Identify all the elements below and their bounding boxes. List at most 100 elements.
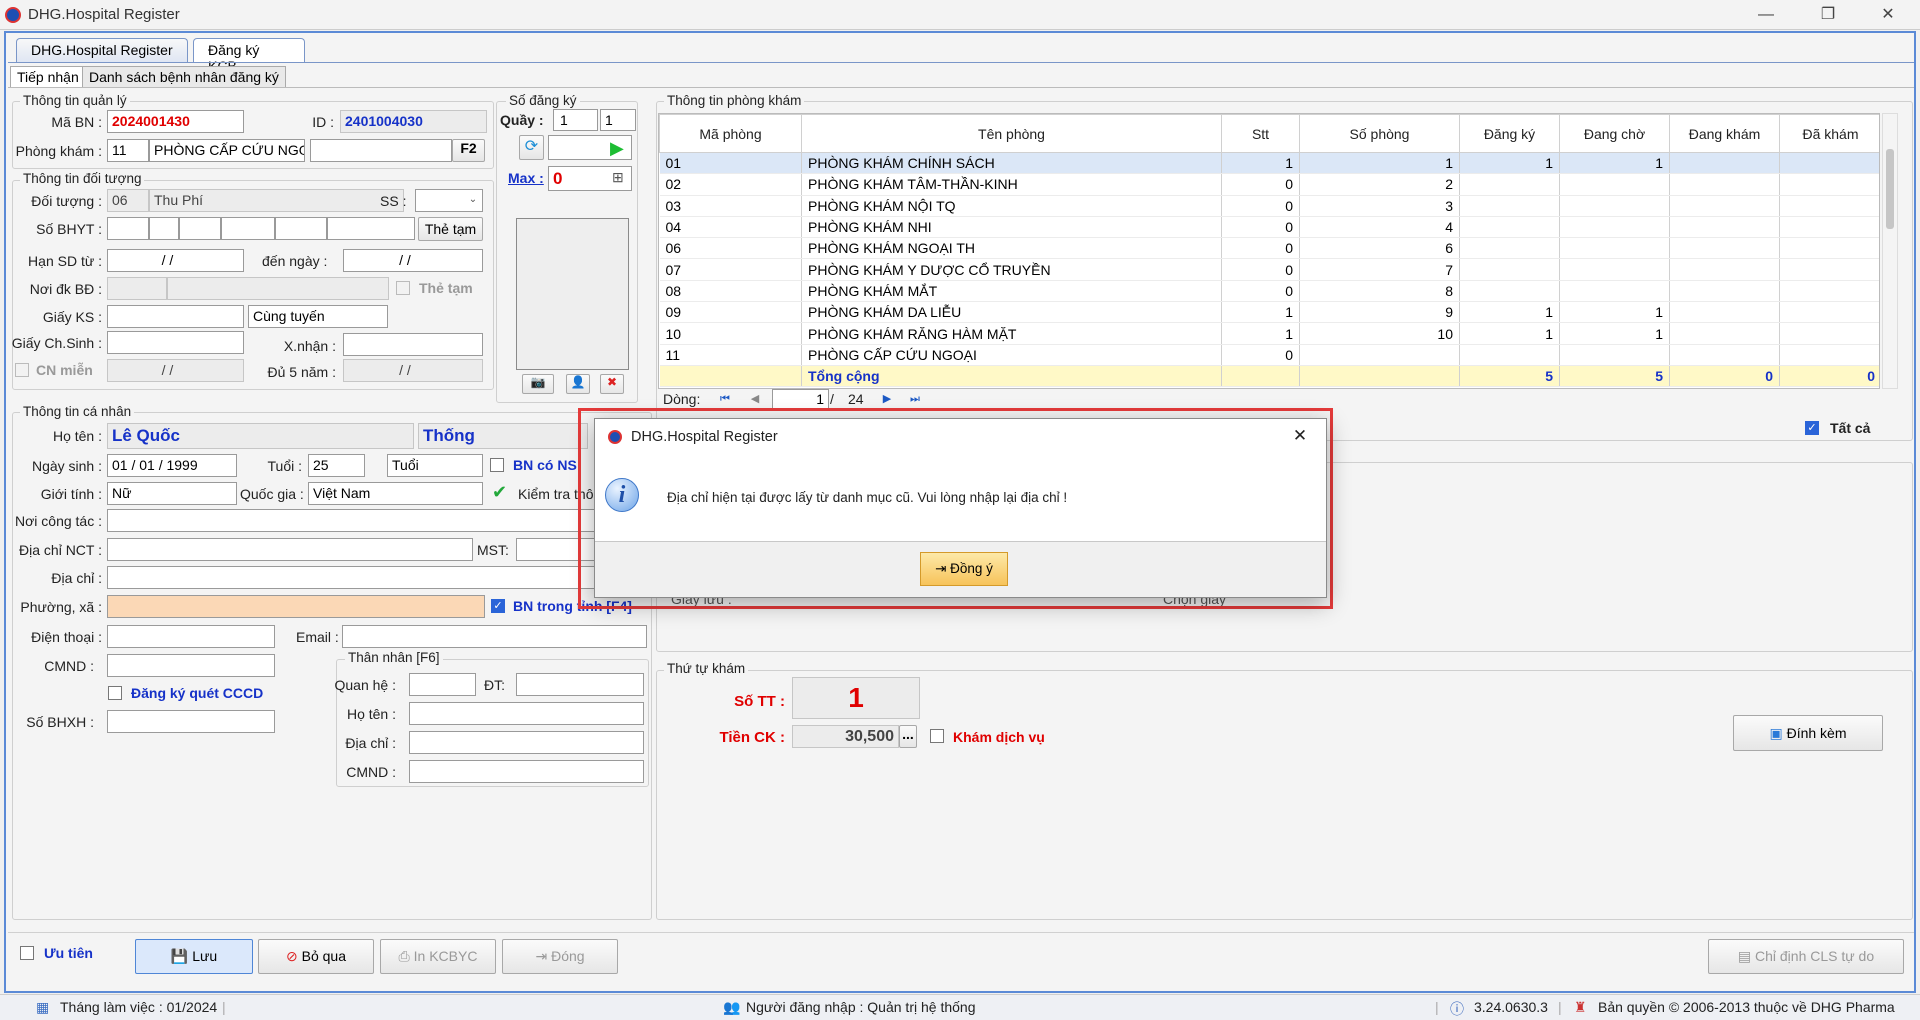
tab-hospital-register[interactable]: DHG.Hospital Register — [16, 38, 188, 62]
scrollbar-thumb[interactable] — [1886, 149, 1894, 229]
quay-spinner-2[interactable]: 1 — [600, 109, 636, 131]
tab-tiep-nhan[interactable]: Tiếp nhận — [10, 66, 86, 87]
so-bhyt-part5[interactable] — [275, 217, 327, 240]
dong-y-button[interactable]: ⇥ Đồng ý — [920, 552, 1008, 586]
col-header[interactable]: Đang khám — [1669, 114, 1780, 153]
play-icon[interactable]: ▶ — [610, 138, 624, 159]
ho-field[interactable]: Lê Quốc — [107, 423, 414, 449]
maximize-button[interactable]: ❐ — [1808, 4, 1848, 26]
quan-he-field[interactable] — [409, 673, 476, 696]
han-sd-from-date[interactable]: / / — [107, 249, 244, 272]
dialog-close-button[interactable]: ✕ — [1285, 426, 1315, 448]
the-tam-button[interactable]: Thẻ tạm — [418, 217, 483, 241]
dien-thoai-field[interactable] — [107, 625, 275, 648]
col-header[interactable]: Đã khám — [1779, 114, 1879, 153]
page-number-field[interactable]: 1 — [772, 389, 829, 409]
tuoi-unit-select[interactable]: Tuổi — [387, 454, 483, 477]
table-row[interactable]: 04 PHÒNG KHÁM NHI 0 4 — [659, 216, 1879, 239]
doi-tuong-code-field[interactable]: 06 — [107, 189, 149, 212]
photo-user-icon[interactable]: 👤 — [566, 374, 590, 394]
the-tam-checkbox[interactable] — [396, 281, 410, 295]
table-row[interactable]: 09 PHÒNG KHÁM DA LIỄU 1 9 1 1 — [659, 301, 1879, 324]
luu-button[interactable]: 💾 Lưu — [135, 939, 253, 974]
col-header[interactable]: Tên phòng — [801, 114, 1222, 153]
cn-mien-checkbox[interactable] — [15, 363, 29, 377]
so-bhyt-part2[interactable] — [149, 217, 179, 240]
table-scrollbar[interactable] — [1882, 113, 1898, 389]
phong-kham-code-field[interactable]: 11 — [107, 139, 149, 162]
f2-button[interactable]: F2 — [452, 139, 485, 162]
ss-select[interactable]: ⌄ — [415, 189, 483, 212]
refresh-icon[interactable]: ⟳ — [519, 135, 544, 160]
tat-ca-checkbox[interactable]: ✓ — [1805, 421, 1819, 435]
add-icon[interactable]: ⊞ — [612, 169, 624, 186]
cung-tuyen-select[interactable]: Cùng tuyến — [248, 305, 388, 328]
table-row[interactable]: 01 PHÒNG KHÁM CHÍNH SÁCH 1 1 1 1 — [659, 152, 1879, 175]
gioi-tinh-select[interactable]: Nữ — [107, 482, 237, 505]
dia-chi-nct-field[interactable] — [107, 538, 473, 561]
col-header[interactable]: Mã phòng — [659, 114, 802, 153]
than-nhan-ho-ten-field[interactable] — [409, 702, 644, 725]
so-bhyt-part1[interactable] — [107, 217, 149, 240]
ma-bn-field[interactable]: 2024001430 — [107, 110, 244, 133]
so-bhyt-part3[interactable] — [179, 217, 221, 240]
cmnd-field[interactable] — [107, 654, 275, 677]
bn-trong-tinh-checkbox[interactable]: ✓ — [491, 599, 505, 613]
bo-qua-button[interactable]: ⊘ Bỏ qua — [258, 939, 374, 974]
dinh-kem-button[interactable]: ▣ Đính kèm — [1733, 715, 1883, 751]
phong-kham-name-field[interactable]: PHÒNG CẤP CỨU NGOẠI — [149, 139, 305, 162]
col-header[interactable]: Đang chờ — [1559, 114, 1670, 153]
tien-ck-more-button[interactable]: ... — [899, 725, 917, 748]
prev-page-icon[interactable]: ◀ — [748, 392, 762, 406]
so-bhyt-part6[interactable] — [327, 217, 415, 240]
than-nhan-dt-field[interactable] — [516, 673, 644, 696]
minimize-button[interactable]: — — [1746, 4, 1786, 26]
uu-tien-checkbox[interactable] — [20, 946, 34, 960]
tab-danh-sach-bn[interactable]: Danh sách bệnh nhân đăng ký — [82, 66, 286, 87]
first-page-icon[interactable]: ⏮ — [718, 392, 732, 406]
email-field[interactable] — [342, 625, 647, 648]
chi-dinh-cls-button[interactable]: ▤ Chỉ định CLS tự do — [1708, 939, 1904, 974]
giay-ks-field[interactable] — [107, 305, 244, 328]
table-row[interactable]: 02 PHÒNG KHÁM TÂM-THẦN-KINH 0 2 — [659, 173, 1879, 196]
cn-mien-date[interactable]: / / — [107, 359, 244, 382]
dk-quet-cccd-checkbox[interactable] — [108, 686, 122, 700]
table-row[interactable]: 08 PHÒNG KHÁM MẮT 0 8 — [659, 280, 1879, 303]
table-row[interactable]: 11 PHÒNG CẤP CỨU NGOẠI 0 — [659, 344, 1879, 366]
bn-co-ns-checkbox[interactable] — [490, 458, 504, 472]
xnhan-field[interactable] — [343, 333, 483, 356]
du-5-nam-date[interactable]: / / — [343, 359, 483, 382]
ngay-sinh-field[interactable]: 01 / 01 / 1999 — [107, 454, 237, 477]
max-link[interactable]: Max : — [508, 170, 544, 186]
table-row[interactable]: 06 PHÒNG KHÁM NGOẠI TH 0 6 — [659, 237, 1879, 260]
quoc-gia-select[interactable]: Việt Nam — [308, 482, 483, 505]
col-header[interactable]: Số phòng — [1299, 114, 1460, 153]
than-nhan-dia-chi-field[interactable] — [409, 731, 644, 754]
table-row[interactable]: 07 PHÒNG KHÁM Y DƯỢC CỔ TRUYỀN 0 7 — [659, 258, 1879, 281]
table-row[interactable]: 10 PHÒNG KHÁM RĂNG HÀM MẶT 1 10 1 1 — [659, 322, 1879, 345]
quay-spinner[interactable]: 1 — [553, 109, 598, 131]
tuoi-spinner[interactable]: 25 — [308, 454, 365, 477]
table-row[interactable]: 03 PHÒNG KHÁM NỘI TQ 0 3 — [659, 195, 1879, 217]
so-bhxh-field[interactable] — [107, 710, 275, 733]
delete-photo-icon[interactable]: ✖ — [600, 374, 624, 394]
phong-kham-extra-field[interactable] — [310, 139, 452, 162]
than-nhan-cmnd-field[interactable] — [409, 760, 644, 783]
dong-button[interactable]: ⇥ Đóng — [502, 939, 618, 974]
col-header[interactable]: Stt — [1221, 114, 1300, 153]
noi-cong-tac-field[interactable] — [107, 509, 647, 532]
col-header[interactable]: Đăng ký — [1459, 114, 1560, 153]
so-bhyt-part4[interactable] — [221, 217, 275, 240]
phuong-xa-field[interactable] — [107, 595, 485, 618]
han-sd-to-date[interactable]: / / — [343, 249, 483, 272]
in-kcbyc-button[interactable]: ⎙ In KCBYC — [380, 939, 496, 974]
camera-icon[interactable]: 📷 — [522, 374, 554, 394]
ten-field[interactable]: Thống — [418, 423, 588, 449]
doi-tuong-name-field[interactable]: Thu Phí — [149, 189, 404, 212]
dia-chi-field[interactable] — [107, 566, 647, 589]
close-window-button[interactable]: ✕ — [1868, 4, 1908, 26]
tab-dang-ky-kcb[interactable]: Đăng ký KCB — [193, 38, 305, 74]
kham-dich-vu-checkbox[interactable] — [930, 729, 944, 743]
next-page-icon[interactable]: ▶ — [880, 392, 894, 406]
giay-chung-sinh-field[interactable] — [107, 331, 244, 354]
